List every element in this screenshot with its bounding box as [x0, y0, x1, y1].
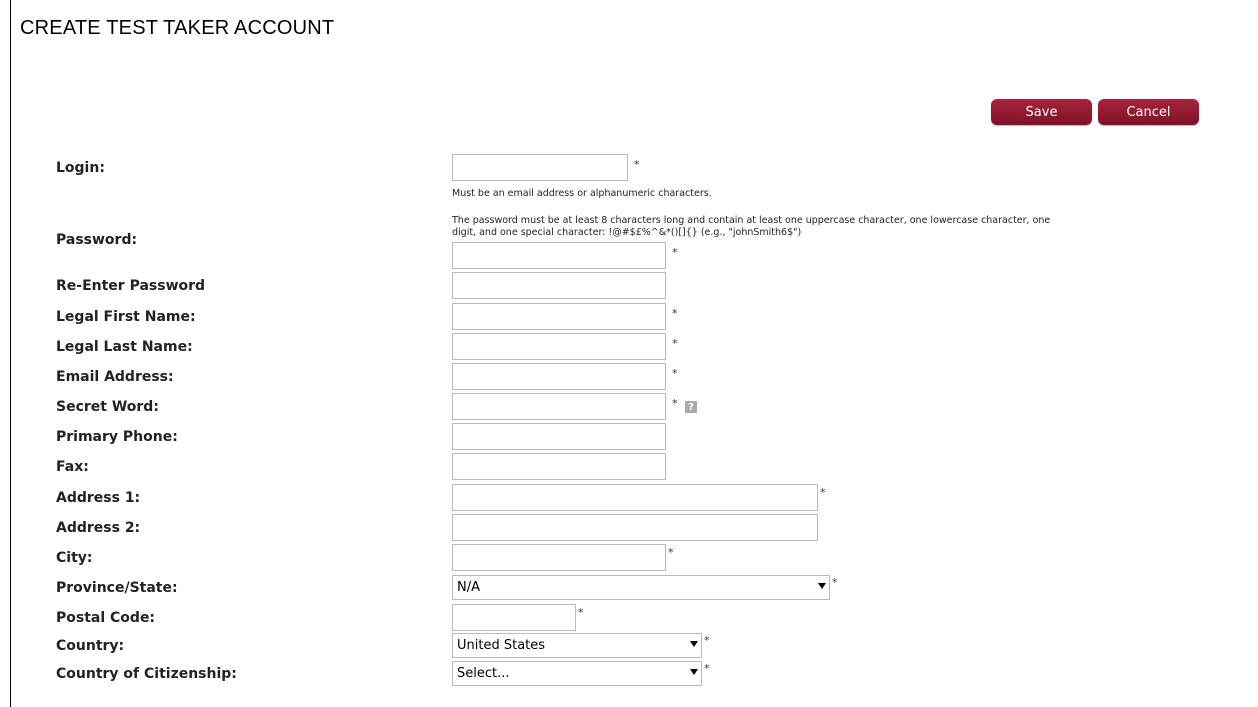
citizenship-value: Select...	[457, 666, 510, 681]
province-state-value: N/A	[457, 580, 480, 595]
postal-code-required-mark: *	[578, 606, 584, 619]
country-select[interactable]: United States	[452, 633, 702, 658]
province-state-required-mark: *	[832, 576, 838, 589]
cancel-button[interactable]: Cancel	[1098, 99, 1199, 125]
reenter-password-label: Re-Enter Password	[56, 278, 206, 294]
reenter-password-input[interactable]	[452, 272, 666, 299]
password-hint-line1: The password must be at least 8 characte…	[452, 215, 1051, 226]
citizenship-select[interactable]: Select...	[452, 661, 702, 686]
address1-input[interactable]	[452, 484, 818, 511]
city-label: City:	[56, 550, 93, 566]
city-required-mark: *	[668, 546, 674, 559]
password-required-mark: *	[672, 246, 678, 259]
address1-label: Address 1:	[56, 490, 141, 506]
city-input[interactable]	[452, 544, 666, 571]
country-label: Country:	[56, 638, 125, 654]
first-name-label: Legal First Name:	[56, 309, 196, 325]
primary-phone-label: Primary Phone:	[56, 429, 178, 445]
password-hint-line2: digit, and one special character: !@#$£%…	[452, 227, 802, 238]
fax-label: Fax:	[56, 459, 89, 475]
address1-required-mark: *	[820, 486, 826, 499]
chevron-down-icon	[690, 641, 698, 647]
country-required-mark: *	[704, 634, 710, 647]
province-state-select[interactable]: N/A	[452, 575, 830, 600]
first-name-input[interactable]	[452, 303, 666, 330]
login-hint: Must be an email address or alphanumeric…	[452, 188, 712, 199]
login-label: Login:	[56, 160, 105, 176]
chevron-down-icon	[818, 583, 826, 589]
citizenship-required-mark: *	[704, 662, 710, 675]
primary-phone-input[interactable]	[452, 423, 666, 450]
last-name-input[interactable]	[452, 333, 666, 360]
postal-code-label: Postal Code:	[56, 610, 156, 626]
login-input[interactable]	[452, 154, 628, 181]
email-required-mark: *	[672, 367, 678, 380]
password-input[interactable]	[452, 242, 666, 269]
secret-word-required-mark: *	[672, 397, 678, 410]
province-state-label: Province/State:	[56, 580, 178, 596]
password-label: Password:	[56, 232, 138, 248]
question-icon[interactable]: ?	[685, 401, 697, 413]
email-label: Email Address:	[56, 369, 174, 385]
last-name-required-mark: *	[672, 337, 678, 350]
address2-input[interactable]	[452, 514, 818, 541]
fax-input[interactable]	[452, 453, 666, 480]
postal-code-input[interactable]	[452, 604, 576, 631]
address2-label: Address 2:	[56, 520, 141, 536]
citizenship-label: Country of Citizenship:	[56, 666, 237, 682]
country-value: United States	[457, 638, 546, 653]
secret-word-input[interactable]	[452, 393, 666, 420]
secret-word-label: Secret Word:	[56, 399, 159, 415]
save-button[interactable]: Save	[991, 99, 1092, 125]
page-title: CREATE TEST TAKER ACCOUNT	[20, 17, 335, 39]
login-required-mark: *	[634, 158, 640, 171]
chevron-down-icon	[690, 669, 698, 675]
last-name-label: Legal Last Name:	[56, 339, 193, 355]
email-input[interactable]	[452, 363, 666, 390]
first-name-required-mark: *	[672, 307, 678, 320]
